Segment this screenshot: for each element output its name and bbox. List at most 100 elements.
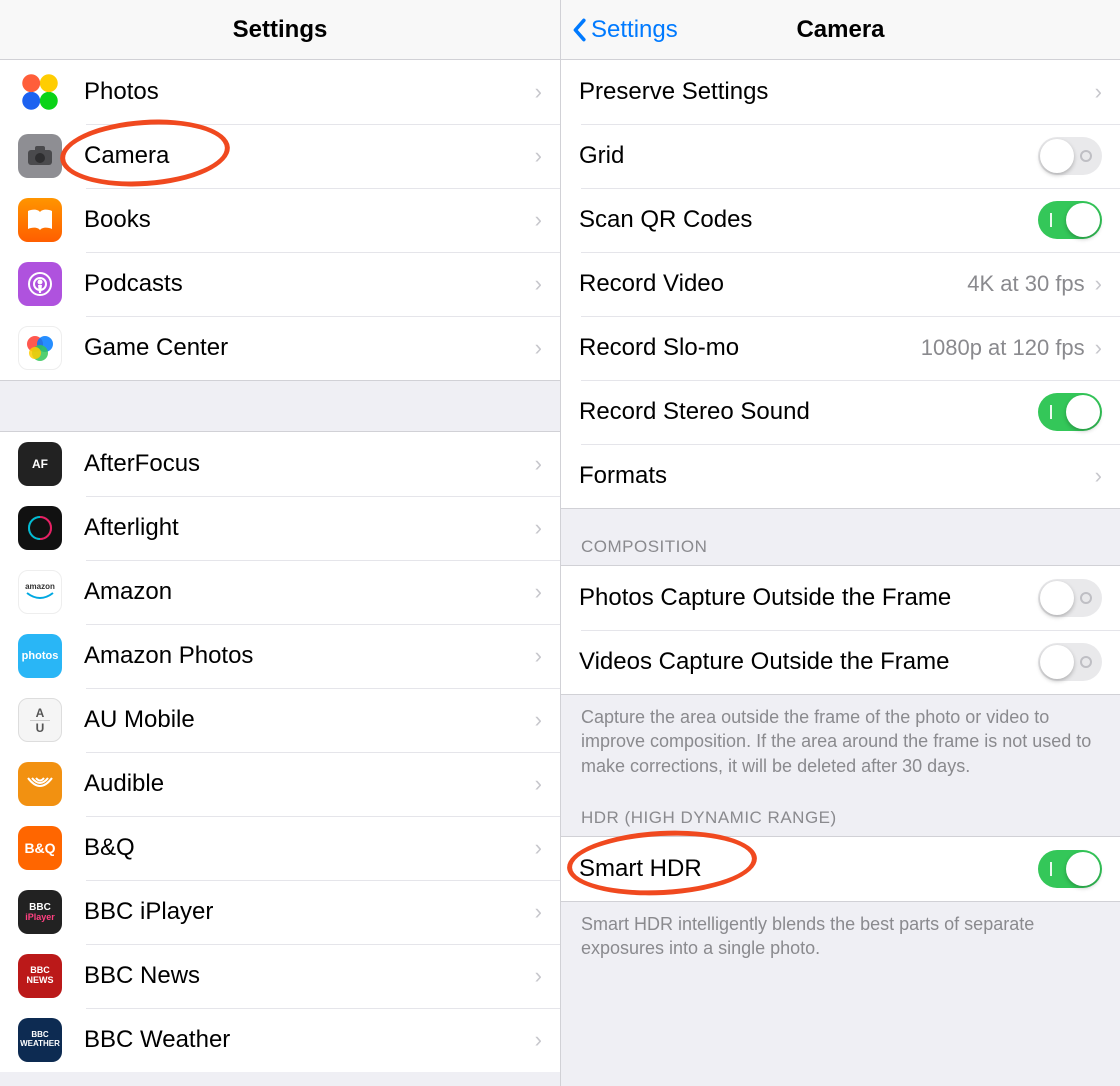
settings-title: Settings	[233, 16, 328, 44]
row-stereo-sound[interactable]: Record Stereo Sound	[561, 380, 1120, 444]
row-photos-outside[interactable]: Photos Capture Outside the Frame	[561, 566, 1120, 630]
row-label: AfterFocus	[84, 450, 535, 478]
bbciplayer-icon: BBCiPlayer	[18, 890, 62, 934]
afterlight-icon	[18, 506, 62, 550]
camera-settings-pane: Settings Camera Preserve Settings › Grid…	[560, 0, 1120, 1086]
chevron-right-icon: ›	[535, 451, 542, 477]
section-header-hdr: HDR (HIGH DYNAMIC RANGE)	[561, 798, 1120, 836]
row-label: Record Stereo Sound	[579, 398, 1038, 426]
back-button[interactable]: Settings	[571, 0, 678, 59]
aumobile-icon: AU	[18, 698, 62, 742]
chevron-right-icon: ›	[535, 79, 542, 105]
composition-footer: Capture the area outside the frame of th…	[561, 695, 1120, 798]
row-label: Scan QR Codes	[579, 206, 1038, 234]
settings-row-afterfocus[interactable]: AF AfterFocus ›	[0, 432, 560, 496]
row-smart-hdr[interactable]: Smart HDR	[561, 837, 1120, 901]
row-label: BBC News	[84, 962, 535, 990]
row-record-video[interactable]: Record Video 4K at 30 fps ›	[561, 252, 1120, 316]
row-label: BBC Weather	[84, 1026, 535, 1054]
row-label: Grid	[579, 142, 1038, 170]
group-spacer	[0, 380, 560, 432]
camera-title: Camera	[796, 16, 884, 44]
toggle-photos-outside[interactable]	[1038, 579, 1102, 617]
row-label: Afterlight	[84, 514, 535, 542]
settings-header: Settings	[0, 0, 560, 60]
settings-row-amazonphotos[interactable]: photos Amazon Photos ›	[0, 624, 560, 688]
settings-row-audible[interactable]: Audible ›	[0, 752, 560, 816]
chevron-right-icon: ›	[535, 899, 542, 925]
chevron-right-icon: ›	[1095, 271, 1102, 297]
row-scan-qr[interactable]: Scan QR Codes	[561, 188, 1120, 252]
settings-row-bq[interactable]: B&Q B&Q ›	[0, 816, 560, 880]
camera-icon	[18, 134, 62, 178]
chevron-right-icon: ›	[1095, 463, 1102, 489]
chevron-right-icon: ›	[535, 579, 542, 605]
toggle-grid[interactable]	[1038, 137, 1102, 175]
settings-row-photos[interactable]: Photos ›	[0, 60, 560, 124]
audible-icon	[18, 762, 62, 806]
row-record-slomo[interactable]: Record Slo-mo 1080p at 120 fps ›	[561, 316, 1120, 380]
photos-icon	[18, 70, 62, 114]
bbcnews-icon: BBCNEWS	[18, 954, 62, 998]
row-label: Amazon Photos	[84, 642, 535, 670]
hdr-group: Smart HDR	[561, 836, 1120, 902]
row-label: BBC iPlayer	[84, 898, 535, 926]
row-label: Formats	[579, 462, 1095, 490]
composition-group: Photos Capture Outside the Frame Videos …	[561, 565, 1120, 695]
chevron-right-icon: ›	[535, 707, 542, 733]
settings-group-thirdparty: AF AfterFocus › Afterlight › amazon Amaz…	[0, 432, 560, 1072]
chevron-right-icon: ›	[535, 643, 542, 669]
settings-row-bbcnews[interactable]: BBCNEWS BBC News ›	[0, 944, 560, 1008]
row-value: 1080p at 120 fps	[921, 335, 1085, 361]
row-label: Record Slo-mo	[579, 334, 921, 362]
chevron-right-icon: ›	[535, 515, 542, 541]
row-label: Preserve Settings	[579, 78, 1095, 106]
hdr-section: HDR (HIGH DYNAMIC RANGE)	[561, 798, 1120, 836]
row-label: Photos	[84, 78, 535, 106]
settings-row-gamecenter[interactable]: Game Center ›	[0, 316, 560, 380]
chevron-right-icon: ›	[535, 835, 542, 861]
chevron-right-icon: ›	[535, 963, 542, 989]
toggle-videos-outside[interactable]	[1038, 643, 1102, 681]
settings-row-bbciplayer[interactable]: BBCiPlayer BBC iPlayer ›	[0, 880, 560, 944]
camera-group-main: Preserve Settings › Grid Scan QR Codes R…	[561, 60, 1120, 508]
row-label: Podcasts	[84, 270, 535, 298]
camera-header: Settings Camera	[561, 0, 1120, 60]
afterfocus-icon: AF	[18, 442, 62, 486]
amazonphotos-icon: photos	[18, 634, 62, 678]
settings-row-amazon[interactable]: amazon Amazon ›	[0, 560, 560, 624]
chevron-right-icon: ›	[535, 771, 542, 797]
row-videos-outside[interactable]: Videos Capture Outside the Frame	[561, 630, 1120, 694]
chevron-right-icon: ›	[535, 1027, 542, 1053]
settings-row-podcasts[interactable]: Podcasts ›	[0, 252, 560, 316]
chevron-right-icon: ›	[535, 143, 542, 169]
settings-root-pane: Settings Photos › Camera › Books ›	[0, 0, 560, 1086]
toggle-scan-qr[interactable]	[1038, 201, 1102, 239]
bq-icon: B&Q	[18, 826, 62, 870]
row-formats[interactable]: Formats ›	[561, 444, 1120, 508]
row-label: Game Center	[84, 334, 535, 362]
hdr-footer: Smart HDR intelligently blends the best …	[561, 902, 1120, 981]
back-label: Settings	[591, 16, 678, 44]
toggle-smart-hdr[interactable]	[1038, 850, 1102, 888]
row-value: 4K at 30 fps	[967, 271, 1084, 297]
bbcweather-icon: BBCWEATHER	[18, 1018, 62, 1062]
chevron-right-icon: ›	[535, 207, 542, 233]
chevron-right-icon: ›	[535, 271, 542, 297]
row-grid[interactable]: Grid	[561, 124, 1120, 188]
row-label: Smart HDR	[579, 855, 1038, 883]
row-label: AU Mobile	[84, 706, 535, 734]
amazon-icon: amazon	[18, 570, 62, 614]
settings-row-books[interactable]: Books ›	[0, 188, 560, 252]
row-label: Camera	[84, 142, 535, 170]
section-header-composition: COMPOSITION	[561, 509, 1120, 565]
settings-row-camera[interactable]: Camera ›	[0, 124, 560, 188]
toggle-stereo[interactable]	[1038, 393, 1102, 431]
books-icon	[18, 198, 62, 242]
settings-row-bbcweather[interactable]: BBCWEATHER BBC Weather ›	[0, 1008, 560, 1072]
settings-row-aumobile[interactable]: AU AU Mobile ›	[0, 688, 560, 752]
composition-section: COMPOSITION	[561, 508, 1120, 565]
row-preserve-settings[interactable]: Preserve Settings ›	[561, 60, 1120, 124]
chevron-right-icon: ›	[1095, 335, 1102, 361]
settings-row-afterlight[interactable]: Afterlight ›	[0, 496, 560, 560]
